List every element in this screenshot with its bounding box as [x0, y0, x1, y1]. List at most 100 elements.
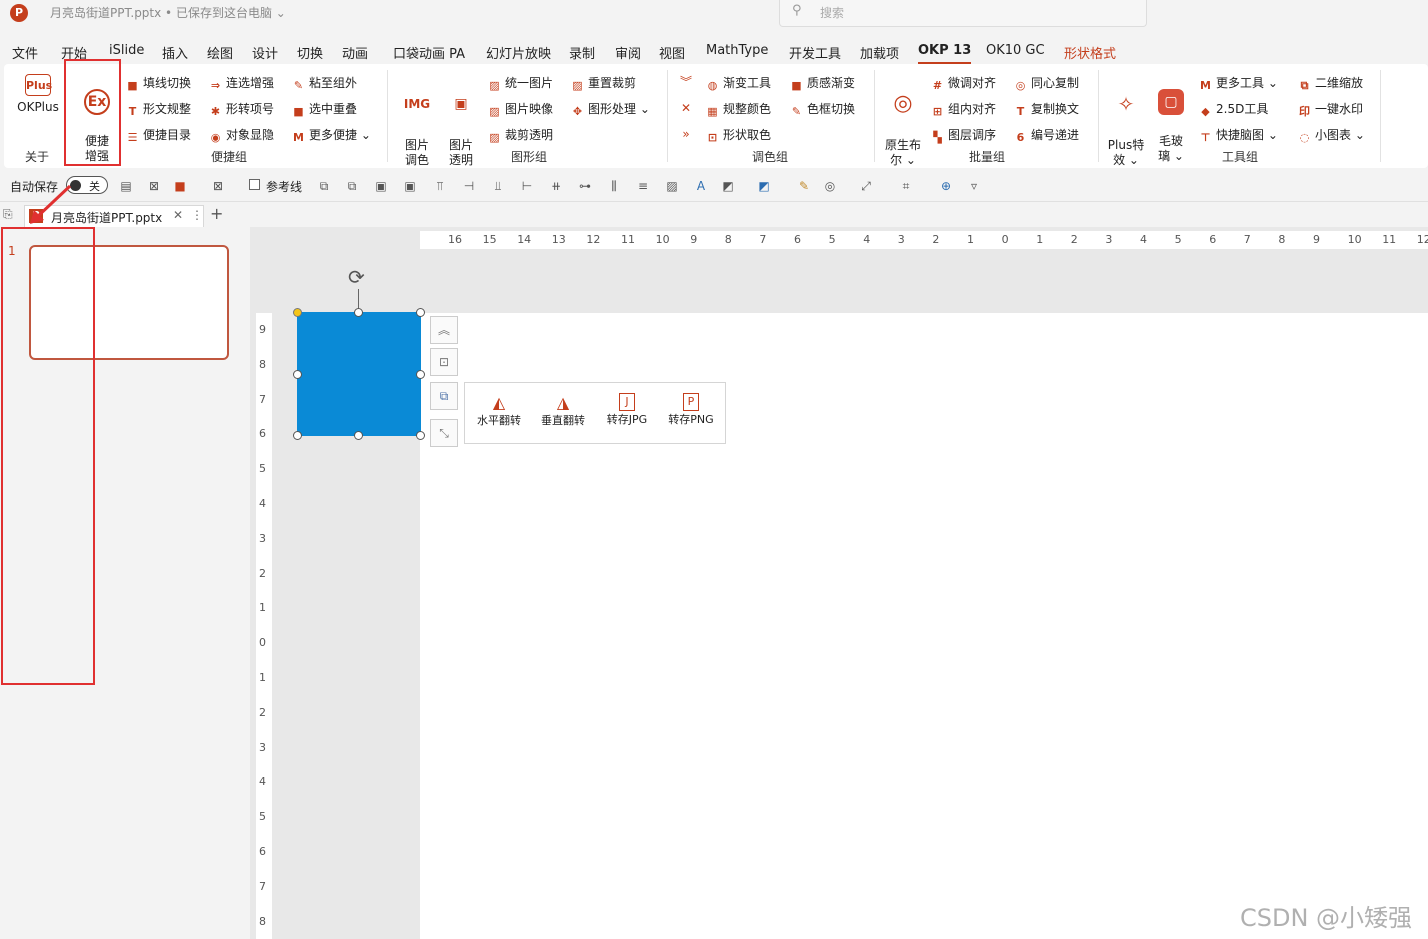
shapes-icon[interactable]: ◩ [720, 178, 736, 194]
fill-line-toggle-button[interactable]: ■ 填线切换 [126, 74, 191, 92]
distribute-vertical-icon[interactable]: ≡ [635, 178, 651, 194]
group-icon[interactable]: ⧉ [316, 178, 332, 194]
adjust-handle[interactable] [293, 308, 302, 317]
resize-handle[interactable] [354, 308, 363, 317]
align-left-icon[interactable]: ⊢ [519, 178, 535, 194]
tab-okp[interactable]: OKP 13 [918, 43, 972, 65]
customize-toolbar-icon[interactable]: ▿ [966, 178, 982, 194]
shape-fill-icon[interactable]: ◩ [756, 178, 772, 194]
picture-color-button[interactable]: IMG 图片 调色 [398, 74, 436, 168]
add-tab-icon[interactable]: + [210, 204, 223, 223]
text-box-icon[interactable]: A [693, 178, 709, 194]
resize-handle[interactable] [293, 431, 302, 440]
multi-select-button[interactable]: ⇒ 连选增强 [209, 74, 274, 92]
save-jpg-button[interactable]: J 转存JPG [597, 393, 657, 427]
more-tools-button[interactable]: M 更多工具 ⌄ [1199, 74, 1278, 92]
distribute-horizontal-icon[interactable]: ⫼ [606, 178, 622, 194]
flip-horizontal-button[interactable]: ◭ 水平翻转 [469, 393, 529, 428]
color-frame-toggle-button[interactable]: ✎ 色框切换 [790, 100, 855, 118]
quick-toc-button[interactable]: ☰ 便捷目录 [126, 126, 191, 144]
concentric-copy-button[interactable]: ◎ 同心复制 [1014, 74, 1079, 92]
layout-options-icon[interactable]: ︽ [430, 316, 458, 344]
picture-transparent-button[interactable]: ▣ 图片 透明 [442, 74, 480, 168]
bring-forward-icon[interactable]: ▣ [373, 178, 389, 194]
tab-ok10[interactable]: OK10 GC [986, 43, 1045, 58]
more-convenience-button[interactable]: M 更多便捷 ⌄ [292, 126, 371, 144]
2d-scale-button[interactable]: ⧉ 二维缩放 [1298, 74, 1363, 92]
rotate-icon[interactable]: ⤢ [858, 178, 874, 194]
shape-to-number-button[interactable]: ✱ 形转项号 [209, 100, 274, 118]
native-boolean-button[interactable]: ◎ 原生布 尔 ⌄ [880, 74, 926, 168]
resize-handle[interactable] [293, 370, 302, 379]
tab-transitions[interactable]: 切换 [297, 43, 323, 62]
rotate-handle-icon[interactable]: ⟳ [348, 265, 365, 289]
merge-shapes-icon[interactable]: ◎ [822, 178, 838, 194]
resize-handle[interactable] [354, 431, 363, 440]
tab-view[interactable]: 视图 [659, 43, 685, 62]
close-icon[interactable]: ✕ [173, 208, 183, 222]
chevron-down-double-icon[interactable]: ︾ [678, 74, 694, 90]
align-right-icon[interactable]: ⊣ [461, 178, 477, 194]
ungroup-icon[interactable]: ⧉ [344, 178, 360, 194]
delete-icon[interactable]: ⊠ [146, 178, 162, 194]
picture-icon[interactable]: ▨ [664, 178, 680, 194]
tab-animations[interactable]: 动画 [342, 43, 368, 62]
tab-design[interactable]: 设计 [252, 43, 278, 62]
paste-out-group-button[interactable]: ✎ 粘至组外 [292, 74, 357, 92]
shape-process-button[interactable]: ✥ 图形处理 ⌄ [571, 100, 650, 118]
align-top-icon[interactable]: ⫪ [432, 178, 448, 194]
number-increment-button[interactable]: 6 编号递进 [1014, 126, 1079, 144]
tab-shape-format[interactable]: 形状格式 [1064, 43, 1116, 62]
more-icon[interactable]: ⋮ [191, 208, 203, 222]
tab-record[interactable]: 录制 [569, 43, 595, 62]
texture-gradient-button[interactable]: ■ 质感渐变 [790, 74, 855, 92]
tab-slideshow[interactable]: 幻灯片放映 [486, 43, 551, 62]
layer-order-button[interactable]: ▚ 图层调序 [931, 126, 996, 144]
tab-insert[interactable]: 插入 [162, 43, 188, 62]
send-backward-icon[interactable]: ▣ [402, 178, 418, 194]
align-middle-icon[interactable]: ⊶ [577, 178, 593, 194]
tab-mathtype[interactable]: MathType [706, 43, 768, 58]
save-png-button[interactable]: P 转存PNG [661, 393, 721, 427]
chevron-right-double-icon[interactable]: » [678, 126, 694, 142]
shape-text-normalize-button[interactable]: T 形文规整 [126, 100, 191, 118]
mini-chart-button[interactable]: ◌ 小图表 ⌄ [1298, 126, 1365, 144]
resize-icon[interactable]: ⤡ [430, 419, 458, 447]
watermark-button[interactable]: 印一键水印 [1298, 100, 1363, 118]
object-visibility-button[interactable]: ◉ 对象显隐 [209, 126, 274, 144]
tab-draw[interactable]: 绘图 [207, 43, 233, 62]
tab-pocket-animation[interactable]: 口袋动画 PA [393, 43, 465, 62]
select-overlap-button[interactable]: ■ 选中重叠 [292, 100, 357, 118]
select-pane-icon[interactable]: ⊠ [210, 178, 226, 194]
flip-vertical-button[interactable]: ◮ 垂直翻转 [533, 393, 593, 428]
tab-addins[interactable]: 加载项 [860, 43, 899, 62]
mind-map-button[interactable]: ⊤ 快捷脑图 ⌄ [1199, 126, 1277, 144]
2-5d-tool-button[interactable]: ◆ 2.5D工具 [1199, 100, 1268, 118]
guides-checkbox[interactable] [249, 179, 260, 190]
unify-picture-button[interactable]: ▨ 统一图片 [488, 74, 553, 92]
position-icon[interactable]: ⊕ [938, 178, 954, 194]
slide-layout-icon[interactable]: ▤ [118, 178, 134, 194]
normalize-color-button[interactable]: ▦ 规整颜色 [706, 100, 771, 118]
cross-icon[interactable]: ✕ [678, 100, 694, 116]
crop-transparent-button[interactable]: ▨ 裁剪透明 [488, 126, 553, 144]
resize-handle[interactable] [416, 308, 425, 317]
resize-handle[interactable] [416, 370, 425, 379]
align-center-icon[interactable]: ⧺ [548, 178, 564, 194]
plus-effect-button[interactable]: ✧ Plus特 效 ⌄ [1104, 74, 1148, 168]
crop-icon[interactable]: ⌗ [898, 178, 914, 194]
tab-review[interactable]: 审阅 [615, 43, 641, 62]
resize-handle[interactable] [416, 431, 425, 440]
reset-crop-button[interactable]: ▨ 重置裁剪 [571, 74, 636, 92]
color-picker-icon[interactable]: ■ [172, 178, 188, 194]
frosted-glass-button[interactable]: ▢ 毛玻 璃 ⌄ [1151, 74, 1191, 164]
gradient-tool-button[interactable]: ◍ 渐变工具 [706, 74, 771, 92]
group-align-button[interactable]: ⊞ 组内对齐 [931, 100, 996, 118]
shape-eyedropper-button[interactable]: ⊡ 形状取色 [706, 126, 771, 144]
center-icon[interactable]: ⊡ [430, 348, 458, 376]
align-bottom-icon[interactable]: ⫫ [490, 178, 506, 194]
search-input[interactable]: ⚲ 搜索 [779, 0, 1147, 27]
format-painter-icon[interactable]: ✎ [796, 178, 812, 194]
selected-rectangle[interactable] [297, 312, 421, 436]
copy-replace-text-button[interactable]: T 复制换文 [1014, 100, 1079, 118]
